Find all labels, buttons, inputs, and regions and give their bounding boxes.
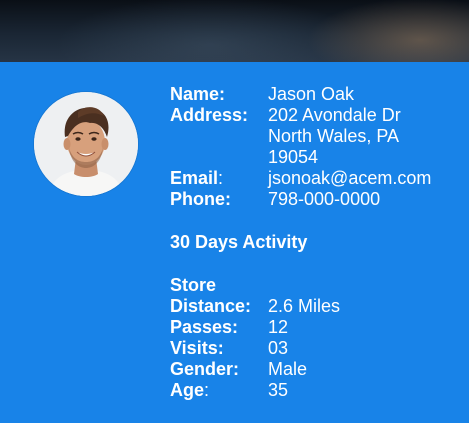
age-label: Age: [170, 380, 268, 401]
customer-profile-card: Name: Jason Oak Address: 202 Avondale Dr… [0, 62, 469, 423]
address-value: 202 Avondale Dr North Wales, PA 19054 [268, 105, 401, 168]
phone-row: Phone: 798-000-0000 [170, 189, 431, 210]
distance-row: Distance: 2.6 Miles [170, 296, 340, 317]
email-label-text: Email [170, 168, 219, 188]
email-row: Email: jsonoak@acem.com [170, 168, 431, 189]
name-value: Jason Oak [268, 84, 355, 104]
visits-value: 03 [268, 338, 289, 358]
name-label: Name: [170, 84, 226, 104]
address-label: Address: [170, 105, 249, 125]
store-row: Store [170, 275, 340, 296]
phone-value: 798-000-0000 [268, 189, 381, 209]
age-row: Age: 35 [170, 380, 340, 401]
age-label-text: Age [170, 380, 205, 400]
email-value: jsonoak@acem.com [268, 168, 432, 188]
avatar-portrait-image [34, 92, 138, 196]
activity-stats: Store Distance: 2.6 Miles Passes: 12 Vis… [170, 275, 340, 401]
passes-value: 12 [268, 317, 289, 337]
email-label: Email: [170, 168, 268, 189]
gender-row: Gender: Male [170, 359, 340, 380]
screen: Name: Jason Oak Address: 202 Avondale Dr… [0, 0, 469, 423]
distance-label: Distance: [170, 296, 252, 316]
address-line-3: 19054 [268, 147, 319, 167]
store-label: Store [170, 275, 217, 295]
activity-title: 30 Days Activity [170, 232, 308, 252]
passes-label: Passes: [170, 317, 239, 337]
avatar [34, 92, 138, 196]
visits-row: Visits: 03 [170, 338, 340, 359]
passes-row: Passes: 12 [170, 317, 340, 338]
background-photo-strip [0, 0, 469, 62]
contact-details: Name: Jason Oak Address: 202 Avondale Dr… [170, 84, 431, 210]
gender-value: Male [268, 359, 308, 379]
phone-label: Phone: [170, 189, 231, 209]
address-row: Address: 202 Avondale Dr North Wales, PA… [170, 105, 431, 168]
name-row: Name: Jason Oak [170, 84, 431, 105]
address-line-2: North Wales, PA [268, 126, 400, 146]
email-label-colon: : [218, 168, 224, 188]
address-line-1: 202 Avondale Dr [268, 105, 401, 125]
distance-value: 2.6 Miles [268, 296, 341, 316]
age-label-colon: : [204, 380, 210, 400]
visits-label: Visits: [170, 338, 224, 358]
gender-label: Gender: [170, 359, 240, 379]
age-value: 35 [268, 380, 289, 400]
